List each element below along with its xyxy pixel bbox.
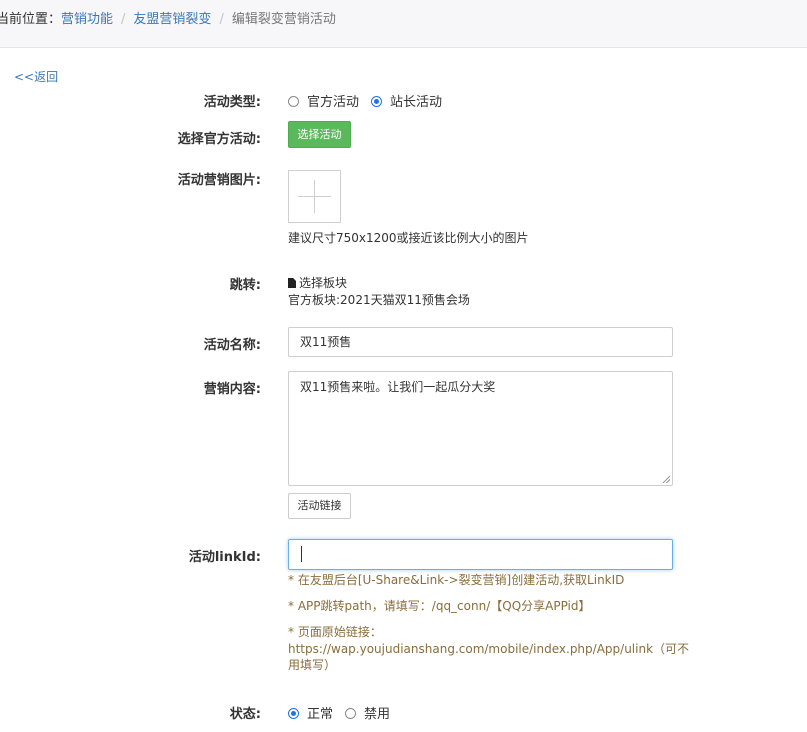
breadcrumb-bar: 当前位置：营销功能 / 友盟营销裂变 / 编辑裂变营销活动 bbox=[0, 0, 807, 48]
back-link[interactable]: <<返回 bbox=[14, 68, 58, 85]
linkid-label: 活动linkId: bbox=[188, 550, 261, 565]
linkid-note-5: 用填写） bbox=[288, 658, 337, 672]
select-activity-button[interactable]: 选择活动 bbox=[288, 121, 351, 148]
radio-normal-label: 正常 bbox=[307, 707, 334, 722]
select-block-link[interactable]: 选择板块 bbox=[288, 274, 347, 291]
plus-icon bbox=[314, 180, 315, 213]
breadcrumb-separator: / bbox=[219, 12, 224, 27]
file-icon bbox=[288, 278, 296, 288]
status-label: 状态: bbox=[229, 707, 261, 722]
breadcrumb: 当前位置：营销功能 / 友盟营销裂变 / 编辑裂变营销活动 bbox=[0, 8, 336, 27]
name-label: 活动名称: bbox=[203, 338, 261, 353]
jump-info: 官方板块:2021天猫双11预售会场 bbox=[288, 293, 470, 307]
breadcrumb-separator: / bbox=[121, 12, 126, 27]
activity-type-label: 活动类型: bbox=[203, 95, 261, 110]
linkid-note-2: * APP跳转path，请填写：/qq_conn/【QQ分享APPid】 bbox=[288, 599, 591, 613]
activity-name-value: 双11预售 bbox=[300, 335, 352, 349]
jump-label: 跳转: bbox=[229, 278, 261, 293]
radio-disabled[interactable] bbox=[345, 708, 357, 719]
image-label: 活动营销图片: bbox=[177, 173, 261, 188]
official-activity-label: 选择官方活动: bbox=[177, 132, 261, 147]
breadcrumb-label: 当前位置： bbox=[0, 12, 62, 27]
linkid-note-4: https://wap.youjudianshang.com/mobile/in… bbox=[288, 642, 690, 656]
image-size-hint: 建议尺寸750x1200或接近该比例大小的图片 bbox=[288, 231, 529, 245]
radio-webmaster[interactable] bbox=[371, 96, 383, 107]
radio-official[interactable] bbox=[288, 96, 299, 107]
text-caret bbox=[301, 546, 302, 562]
status-radios: 正常 禁用 bbox=[288, 703, 402, 722]
image-upload-box[interactable] bbox=[288, 170, 341, 223]
content-textarea[interactable]: 双11预售来啦。让我们一起瓜分大奖 bbox=[288, 371, 673, 486]
content-label: 营销内容: bbox=[203, 382, 261, 397]
activity-name-input[interactable]: 双11预售 bbox=[288, 327, 673, 357]
breadcrumb-item-umeng[interactable]: 友盟营销裂变 bbox=[133, 12, 211, 27]
linkid-note-3: * 页面原始链接： bbox=[288, 625, 382, 639]
radio-webmaster-label: 站长活动 bbox=[390, 95, 443, 110]
linkid-note-1: * 在友盟后台[U-Share&Link->裂变营销]创建活动,获取LinkID bbox=[288, 573, 625, 587]
activity-link-button[interactable]: 活动链接 bbox=[288, 493, 351, 519]
breadcrumb-item-marketing[interactable]: 营销功能 bbox=[61, 12, 113, 27]
activity-type-radios: 官方活动 站长活动 bbox=[288, 91, 454, 110]
linkid-input[interactable] bbox=[288, 539, 673, 570]
radio-normal[interactable] bbox=[288, 708, 299, 719]
select-block-text: 选择板块 bbox=[299, 276, 348, 290]
radio-official-label: 官方活动 bbox=[307, 95, 360, 110]
resize-handle[interactable] bbox=[663, 476, 670, 483]
radio-disabled-label: 禁用 bbox=[364, 707, 391, 722]
content-value: 双11预售来啦。让我们一起瓜分大奖 bbox=[300, 380, 496, 394]
breadcrumb-current: 编辑裂变营销活动 bbox=[231, 12, 336, 27]
